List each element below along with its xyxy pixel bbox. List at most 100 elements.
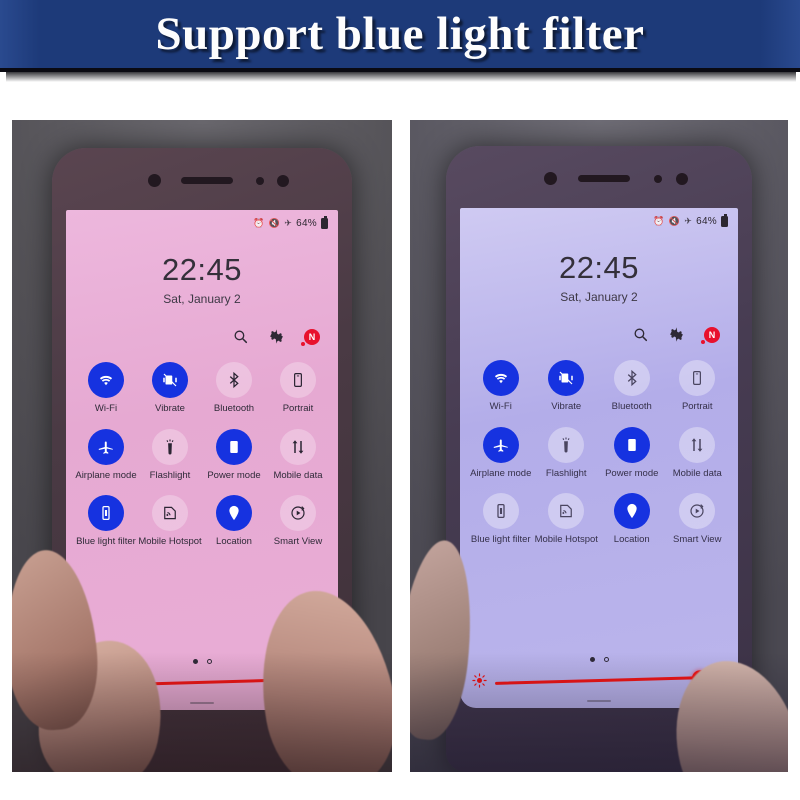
portrait-icon bbox=[693, 371, 702, 385]
clock-date: Sat, January 2 bbox=[163, 292, 241, 306]
gear-button[interactable] bbox=[668, 326, 685, 343]
toggle-label: Power mode bbox=[605, 467, 659, 479]
toggle-circle[interactable] bbox=[280, 495, 316, 531]
quick-toggle-location[interactable]: Location bbox=[599, 493, 665, 546]
toggle-label: Bluetooth bbox=[611, 401, 652, 412]
toggle-circle[interactable] bbox=[613, 426, 650, 463]
quick-toggle-portrait[interactable]: Portrait bbox=[266, 362, 330, 415]
quick-toggle-power-mode[interactable]: Power mode bbox=[599, 426, 665, 480]
phone-screen: ⏰ 🔇 ✈ 64% 22:45 Sat, January 2 N Wi-Fi Vibrate Bl… bbox=[460, 208, 738, 708]
page-dot[interactable] bbox=[603, 657, 609, 662]
quick-toggle-blue-light-filter[interactable]: Blue light filter bbox=[468, 493, 534, 546]
quick-toggle-smart-view[interactable]: Smart View bbox=[665, 493, 731, 546]
toggle-circle[interactable] bbox=[679, 493, 716, 529]
toggle-circle[interactable] bbox=[216, 362, 252, 398]
toggle-circle[interactable] bbox=[613, 360, 650, 396]
airplane-icon bbox=[493, 439, 508, 452]
toggle-circle[interactable] bbox=[613, 493, 650, 529]
toggle-label: Vibrate bbox=[155, 403, 185, 414]
quick-toggle-bluetooth[interactable]: Bluetooth bbox=[202, 362, 266, 415]
toggle-circle[interactable] bbox=[482, 426, 519, 463]
battery-icon bbox=[321, 216, 328, 229]
phone-top-bezel bbox=[52, 148, 352, 210]
portrait-icon bbox=[294, 373, 302, 387]
clock-date: Sat, January 2 bbox=[560, 290, 638, 304]
status-bar: ⏰ 🔇 ✈ 64% bbox=[253, 216, 328, 229]
toggle-circle[interactable] bbox=[679, 426, 716, 463]
quick-toggle-mobile-hotspot[interactable]: Mobile Hotspot bbox=[534, 493, 600, 546]
quick-toggle-airplane-mode[interactable]: Airplane mode bbox=[468, 426, 534, 480]
flashlight-icon bbox=[166, 439, 174, 454]
quick-settings-actions: N bbox=[632, 326, 720, 344]
quick-toggle-blue-light-filter[interactable]: Blue light filter bbox=[74, 495, 138, 548]
quick-toggle-wi-fi[interactable]: Wi-Fi bbox=[74, 362, 138, 415]
toggle-circle[interactable] bbox=[679, 360, 716, 396]
toggle-circle[interactable] bbox=[280, 362, 316, 398]
quick-toggle-mobile-data[interactable]: Mobile data bbox=[665, 426, 731, 480]
toggle-label: Location bbox=[613, 534, 650, 545]
toggle-circle[interactable] bbox=[152, 428, 188, 465]
smart-view-icon bbox=[690, 504, 704, 518]
quick-toggle-smart-view[interactable]: Smart View bbox=[266, 495, 330, 548]
quick-toggle-bluetooth[interactable]: Bluetooth bbox=[599, 360, 665, 413]
quick-toggle-airplane-mode[interactable]: Airplane mode bbox=[74, 428, 138, 482]
toggle-circle[interactable] bbox=[216, 495, 252, 531]
airplane-icon: ✈ bbox=[284, 218, 293, 228]
toggle-circle[interactable] bbox=[548, 360, 585, 396]
toggle-label: Portrait bbox=[282, 403, 314, 414]
quick-toggle-power-mode[interactable]: Power mode bbox=[202, 428, 266, 482]
page-dot[interactable] bbox=[192, 659, 198, 664]
quick-toggle-vibrate[interactable]: Vibrate bbox=[534, 360, 600, 413]
quick-toggle-portrait[interactable]: Portrait bbox=[665, 360, 731, 413]
toggle-circle[interactable] bbox=[216, 428, 252, 465]
toggle-circle[interactable] bbox=[88, 495, 124, 531]
quick-toggle-location[interactable]: Location bbox=[202, 495, 266, 548]
toggle-label: Mobile Hotspot bbox=[534, 534, 598, 545]
status-bar: ⏰ 🔇 ✈ 64% bbox=[653, 214, 728, 227]
quick-toggle-wi-fi[interactable]: Wi-Fi bbox=[468, 360, 534, 413]
search-button[interactable] bbox=[632, 326, 649, 343]
quick-toggle-flashlight[interactable]: Flashlight bbox=[138, 428, 202, 482]
earpiece-speaker-icon bbox=[181, 177, 233, 184]
power-mode-icon bbox=[230, 440, 238, 453]
search-button[interactable] bbox=[232, 328, 249, 345]
notification-badge[interactable]: N bbox=[301, 328, 320, 346]
toggle-circle[interactable] bbox=[152, 495, 188, 531]
toggle-circle[interactable] bbox=[482, 360, 519, 396]
clock-time: 22:45 bbox=[558, 250, 640, 285]
toggle-circle[interactable] bbox=[482, 493, 519, 529]
quick-toggle-vibrate[interactable]: Vibrate bbox=[138, 362, 202, 415]
toggle-label: Smart View bbox=[673, 534, 722, 545]
page-dot[interactable] bbox=[206, 659, 212, 664]
toggle-label: Blue light filter bbox=[76, 536, 136, 547]
banner-background: Support blue light filter bbox=[0, 0, 800, 72]
mobile-data-icon bbox=[292, 439, 304, 454]
notification-badge[interactable]: N bbox=[701, 326, 720, 344]
battery-percent-label: 64% bbox=[296, 218, 317, 229]
vibrate-icon bbox=[559, 371, 573, 385]
toggle-label: Vibrate bbox=[551, 401, 582, 412]
quick-toggle-mobile-data[interactable]: Mobile data bbox=[266, 428, 330, 482]
toggle-circle[interactable] bbox=[548, 493, 585, 529]
brightness-slider[interactable] bbox=[494, 669, 709, 686]
phone-top-bezel bbox=[446, 146, 752, 208]
quick-toggle-mobile-hotspot[interactable]: Mobile Hotspot bbox=[138, 495, 202, 548]
mute-icon: 🔇 bbox=[668, 216, 681, 226]
photo-panel-left: ⏰ 🔇 ✈ 64% 22:45 Sat, January 2 N Wi-Fi Vibrate Bl… bbox=[12, 120, 392, 772]
banner-shadow bbox=[6, 72, 796, 82]
toggle-label: Mobile data bbox=[672, 467, 722, 479]
page-dot[interactable] bbox=[589, 657, 595, 662]
toggle-circle[interactable] bbox=[88, 428, 124, 465]
location-icon bbox=[627, 503, 637, 519]
quick-toggle-flashlight[interactable]: Flashlight bbox=[534, 426, 600, 480]
gear-icon bbox=[670, 327, 683, 342]
toggle-circle[interactable] bbox=[548, 426, 585, 463]
toggle-circle[interactable] bbox=[88, 362, 124, 398]
location-icon bbox=[229, 505, 239, 521]
toggle-label: Wi-Fi bbox=[94, 403, 118, 414]
quick-settings-grid: Wi-Fi Vibrate Bluetooth Portrait Airplane mo… bbox=[468, 360, 730, 546]
toggle-circle[interactable] bbox=[152, 362, 188, 398]
toggle-circle[interactable] bbox=[280, 428, 316, 465]
gear-button[interactable] bbox=[268, 328, 285, 345]
bluetooth-icon bbox=[627, 369, 637, 387]
